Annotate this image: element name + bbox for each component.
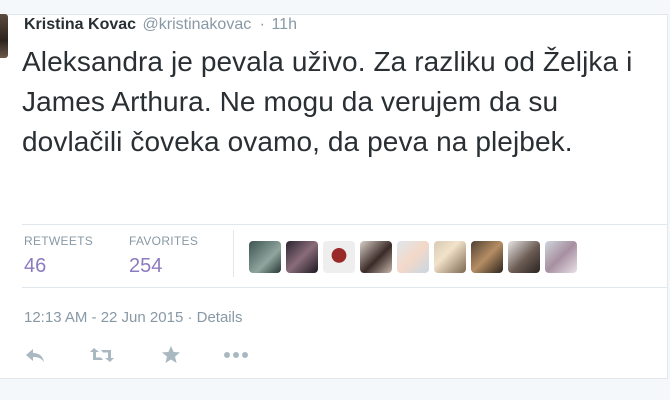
favoriter-avatar[interactable] <box>545 241 577 273</box>
tweet-text: Aleksandra je pevala uživo. Za razliku o… <box>22 46 633 157</box>
favoriter-avatar[interactable] <box>471 241 503 273</box>
favorite-icon <box>162 346 180 363</box>
tweet-timestamp-row: 12:13 AM - 22 Jun 2015 · Details <box>24 308 242 328</box>
retweet-button[interactable] <box>89 343 115 367</box>
favoriter-avatar[interactable] <box>508 241 540 273</box>
header-separator: · <box>259 16 265 33</box>
author-screen-name[interactable]: @kristinakovac <box>143 16 252 33</box>
author-avatar[interactable] <box>0 14 8 58</box>
favorites-stat[interactable]: FAVORITES 254 <box>129 234 198 278</box>
reply-icon <box>26 349 44 362</box>
favoriter-avatar[interactable] <box>286 241 318 273</box>
favorite-button[interactable] <box>158 343 184 367</box>
tweet-timestamp: 12:13 AM - 22 Jun 2015 <box>24 309 184 326</box>
retweets-label: RETWEETS <box>24 234 94 248</box>
retweet-icon <box>90 348 114 362</box>
more-button[interactable] <box>223 343 249 367</box>
favoriter-avatar[interactable] <box>434 241 466 273</box>
retweets-stat[interactable]: RETWEETS 46 <box>24 234 93 278</box>
details-link[interactable]: Details <box>197 309 243 326</box>
details-separator: · <box>187 309 193 326</box>
favoriter-avatar[interactable] <box>360 241 392 273</box>
author-fullname[interactable]: Kristina Kovac <box>24 16 136 33</box>
favoriter-avatar[interactable] <box>397 241 429 273</box>
favoriter-avatar[interactable] <box>323 241 355 273</box>
stats-vertical-divider <box>233 230 234 277</box>
more-icon <box>224 352 248 358</box>
retweets-count[interactable]: 46 <box>24 254 93 278</box>
stats-top-divider <box>22 224 668 225</box>
reply-button[interactable] <box>22 343 48 367</box>
favorites-count[interactable]: 254 <box>129 254 198 278</box>
tweet-time-ago[interactable]: 11h <box>271 16 297 33</box>
tweet-stats: RETWEETS 46 FAVORITES 254 <box>0 224 668 288</box>
tweet-header: Kristina Kovac @kristinakovac · 11h <box>24 15 297 35</box>
favoriter-avatar[interactable] <box>249 241 281 273</box>
stats-bottom-divider <box>22 287 668 288</box>
favorites-label: FAVORITES <box>129 234 199 248</box>
